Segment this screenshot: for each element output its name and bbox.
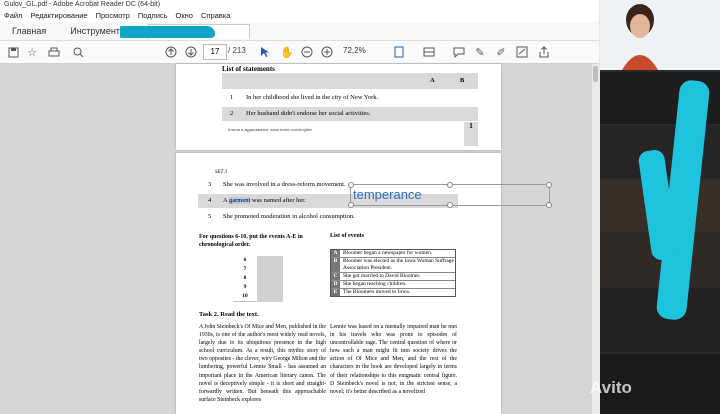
event-item: C She got married to David Bloomer. — [331, 273, 455, 281]
star-icon[interactable]: ☆ — [25, 44, 39, 60]
resize-handle[interactable] — [447, 182, 453, 188]
statements-header: A B — [222, 73, 478, 89]
menu-help[interactable]: Справка — [197, 10, 234, 22]
row-text: In her childhood she lived in the city o… — [246, 94, 379, 101]
comment-icon[interactable] — [452, 44, 466, 60]
zoom-level-select[interactable]: 72,2% — [343, 44, 375, 58]
event-letter: A — [331, 250, 340, 257]
main-toolbar: ☆ ✋ ✎ ✐ — [0, 41, 599, 64]
scroll-mode-icon[interactable] — [422, 44, 436, 60]
page-up-icon[interactable] — [164, 44, 178, 60]
answer-number: 10 — [233, 292, 257, 302]
resize-handle[interactable] — [348, 202, 354, 208]
row-number: 3 — [208, 181, 212, 188]
statement-row: 1 In her childhood she lived in the city… — [222, 91, 478, 105]
resize-handle[interactable] — [348, 182, 354, 188]
tab-bar: Главная Инструменты — [0, 22, 599, 41]
row-text: She was involved in a dress-reform movem… — [223, 181, 346, 188]
window-title: Gulov_GL.pdf - Adobe Acrobat Reader DC (… — [0, 0, 599, 10]
col-b-header: B — [460, 77, 465, 84]
col-a-header: A — [430, 77, 435, 84]
annotation-text[interactable]: temperance — [353, 186, 422, 204]
page-total: / 213 — [228, 46, 246, 55]
statements-title: List of statements — [222, 65, 275, 73]
event-letter: B — [331, 258, 340, 272]
watermark: Avito — [590, 378, 632, 397]
event-item: E The Bloomers moved to Iowa. — [331, 289, 455, 296]
text-column-left: A John Steinbeck's Of Mice and Men, publ… — [199, 324, 326, 403]
row-text-post: was named after her. — [250, 197, 306, 204]
selected-word[interactable]: garment — [228, 197, 251, 204]
select-cursor-icon[interactable] — [258, 44, 272, 60]
event-text: The Bloomers moved to Iowa. — [343, 289, 411, 295]
vertical-scrollbar[interactable] — [592, 64, 599, 414]
zoom-out-icon[interactable] — [300, 44, 314, 60]
statement-row: 5 She promoted moderation in alcohol con… — [198, 210, 355, 224]
zoom-in-icon[interactable] — [320, 44, 334, 60]
row-number: 2 — [230, 110, 234, 117]
redaction-scribble — [120, 26, 215, 38]
events-list: A Bloomer began a newspaper for women. BB… — [330, 249, 456, 297]
menu-bar: Файл Редактирование Просмотр Подпись Окн… — [0, 10, 599, 22]
fit-page-icon[interactable] — [392, 44, 406, 60]
event-letter: C — [331, 273, 340, 280]
row-number: 4 — [208, 197, 212, 204]
event-text: She got married to David Bloomer. — [343, 273, 421, 279]
event-text: Bloomer began a newspaper for women. — [343, 250, 433, 256]
row-number: 5 — [208, 213, 212, 220]
participant-avatar-icon — [600, 0, 720, 70]
events-title: List of events — [330, 233, 364, 239]
answer-box: 1 — [464, 122, 478, 146]
menu-file[interactable]: Файл — [0, 10, 26, 22]
tab-home[interactable]: Главная — [0, 22, 58, 40]
print-icon[interactable] — [47, 44, 61, 60]
page-number-input[interactable]: 17 — [203, 44, 227, 60]
scrollbar-thumb[interactable] — [593, 66, 598, 82]
event-text: Bloomer was elected as the Iowa Woman Su… — [343, 258, 454, 271]
event-item: A Bloomer began a newspaper for women. — [331, 250, 455, 258]
event-item: B Bloomer was elected as the Iowa Woman S… — [331, 258, 455, 273]
resize-handle[interactable] — [546, 202, 552, 208]
save-icon[interactable] — [6, 44, 20, 60]
event-letter: E — [331, 289, 340, 296]
task-heading: Task 2. Read the text. — [199, 311, 259, 318]
event-item: D She began teaching children. — [331, 281, 455, 289]
row-text: Her husband didn't endorse her social ac… — [246, 110, 371, 117]
highlight-pen-icon[interactable]: ✎ — [473, 44, 487, 60]
fill-sign-icon[interactable] — [515, 44, 529, 60]
hand-tool-icon[interactable]: ✋ — [280, 44, 294, 60]
set-label: SET 3 — [215, 170, 227, 175]
event-letter: D — [331, 281, 340, 288]
menu-edit[interactable]: Редактирование — [26, 10, 91, 22]
acrobat-window: Gulov_GL.pdf - Adobe Acrobat Reader DC (… — [0, 0, 599, 414]
answer-grid: 6 7 8 9 10 — [233, 256, 283, 302]
text-column-right: Lennie was based on a mentally impaired … — [330, 324, 457, 395]
participant-video[interactable] — [600, 0, 720, 70]
row-number: 1 — [230, 94, 234, 101]
resize-handle[interactable] — [447, 202, 453, 208]
page-down-icon[interactable] — [184, 44, 198, 60]
statement-row: 3 She was involved in a dress-reform mov… — [198, 178, 353, 192]
menu-view[interactable]: Просмотр — [92, 10, 134, 22]
event-text: She began teaching children. — [343, 281, 407, 287]
search-icon[interactable] — [71, 44, 85, 60]
statement-row: 2 Her husband didn't endorse her social … — [222, 107, 478, 121]
draw-icon[interactable]: ✐ — [494, 44, 508, 60]
menu-window[interactable]: Окно — [172, 10, 197, 22]
share-icon[interactable] — [537, 44, 551, 60]
menu-sign[interactable]: Подпись — [134, 10, 172, 22]
row-text: She promoted moderation in alcohol consu… — [223, 213, 355, 220]
footer-note: Ключи и аудиозаписи: www.teche.com/engli… — [228, 127, 312, 132]
row-text: A garment was named after her. — [223, 194, 306, 208]
resize-handle[interactable] — [546, 182, 552, 188]
question-instruction: For questions 6-10, put the events A-E i… — [199, 234, 303, 248]
